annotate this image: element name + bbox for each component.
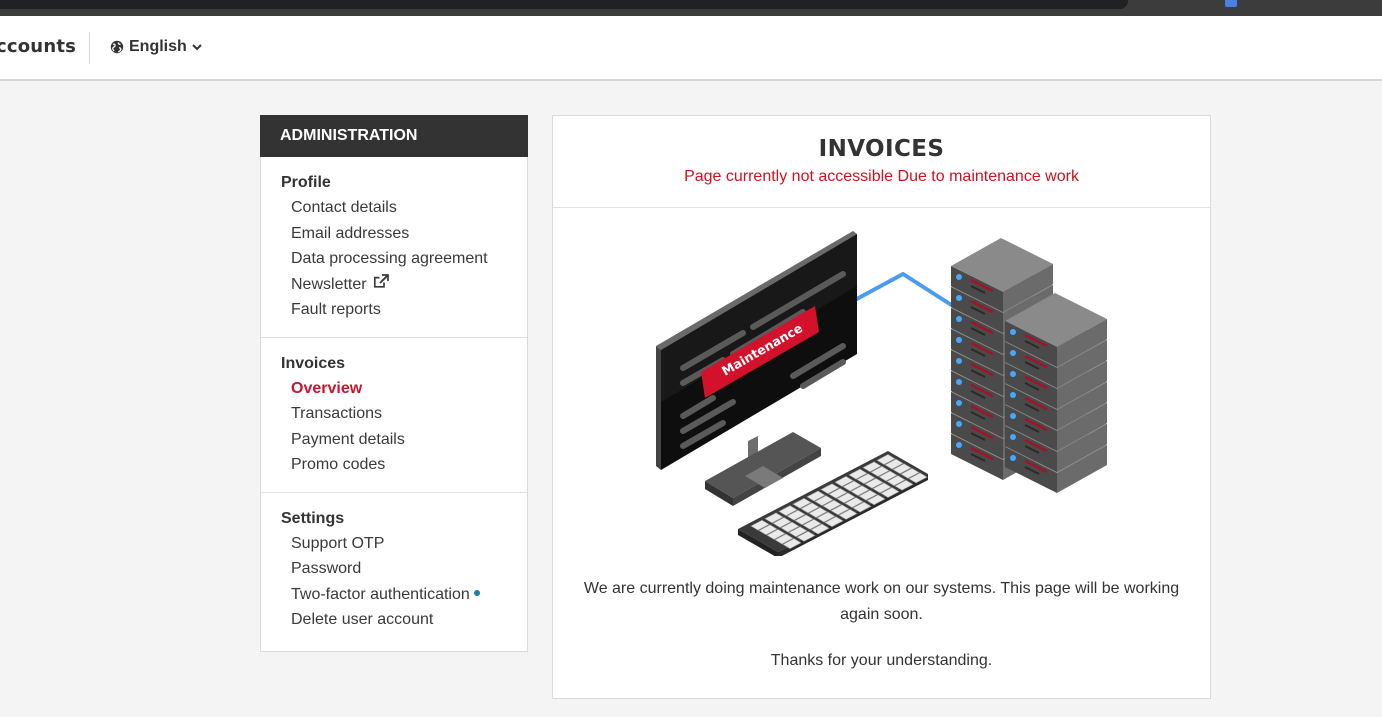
sidebar-item-label: Overview bbox=[291, 379, 363, 397]
sidebar-item-contact-details[interactable]: Contact details bbox=[281, 195, 507, 221]
globe-icon bbox=[110, 40, 124, 54]
browser-toolbar bbox=[0, 0, 1382, 16]
extension-icon[interactable] bbox=[1225, 0, 1237, 7]
sidebar-item-promo-codes[interactable]: Promo codes bbox=[281, 452, 507, 478]
chevron-down-icon bbox=[192, 43, 202, 51]
maintenance-notice: Page currently not accessible Due to mai… bbox=[684, 168, 1079, 185]
language-label: English bbox=[129, 38, 187, 55]
invoices-panel: INVOICES Page currently not accessible D… bbox=[552, 115, 1211, 699]
nav-section-invoices: Invoices Overview Transactions Payment d… bbox=[261, 338, 527, 493]
sidebar-item-support-otp[interactable]: Support OTP bbox=[281, 531, 507, 557]
sidebar-item-label: Newsletter bbox=[291, 275, 367, 293]
sidebar-item-label: Two-factor authentication bbox=[291, 585, 470, 603]
thanks-message: Thanks for your understanding. bbox=[770, 652, 993, 669]
nav-section-title: Settings bbox=[281, 509, 345, 527]
sidebar-item-label: Support OTP bbox=[291, 534, 385, 552]
sidebar-item-label: Transactions bbox=[291, 405, 382, 422]
sidebar-item-label: Password bbox=[291, 560, 362, 577]
external-link-icon bbox=[373, 272, 389, 298]
language-selector[interactable]: English bbox=[110, 38, 202, 56]
sidebar-item-label: Fault reports bbox=[291, 301, 381, 318]
sidebar-item-payment-details[interactable]: Payment details bbox=[281, 427, 507, 453]
nav-section-title: Invoices bbox=[281, 354, 346, 372]
sidebar-item-email-addresses[interactable]: Email addresses bbox=[281, 221, 507, 247]
header-divider bbox=[89, 32, 90, 64]
sidebar-item-label: Data processing agreement bbox=[291, 250, 488, 267]
sidebar-item-two-factor-authentication[interactable]: Two-factor authentication bbox=[281, 582, 507, 608]
sidebar-item-transactions[interactable]: Transactions bbox=[281, 401, 507, 427]
status-dot bbox=[473, 590, 480, 597]
maintenance-illustration: Maintenance bbox=[656, 231, 1107, 556]
sidebar-item-delete-user-account[interactable]: Delete user account bbox=[281, 607, 507, 633]
sidebar-item-fault-reports[interactable]: Fault reports bbox=[281, 297, 507, 323]
admin-sidebar: ADMINISTRATION Profile Contact details E… bbox=[260, 115, 528, 652]
sidebar-item-password[interactable]: Password bbox=[281, 556, 507, 582]
sidebar-item-overview[interactable]: Overview bbox=[281, 376, 507, 402]
panel-header: INVOICES Page currently not accessible D… bbox=[553, 116, 1210, 208]
nav-section-profile: Profile Contact details Email addresses … bbox=[261, 157, 527, 338]
sidebar-item-newsletter[interactable]: Newsletter bbox=[281, 272, 507, 298]
site-header: ccounts English bbox=[0, 16, 1382, 81]
sidebar-item-label: Payment details bbox=[291, 430, 405, 448]
maintenance-message: We are currently doing maintenance work … bbox=[583, 580, 1180, 623]
browser-address-bar[interactable] bbox=[0, 0, 1128, 9]
sidebar-item-label: Delete user account bbox=[291, 611, 434, 628]
nav-section-settings: Settings Support OTP Password Two-factor… bbox=[261, 493, 527, 647]
page-title: INVOICES bbox=[818, 136, 945, 162]
sidebar-item-label: Email addresses bbox=[291, 224, 410, 242]
sidebar-title: ADMINISTRATION bbox=[260, 115, 528, 157]
sidebar-item-label: Promo codes bbox=[291, 456, 386, 473]
brand-logo-text[interactable]: ccounts bbox=[0, 36, 76, 57]
nav-section-title: Profile bbox=[281, 174, 331, 191]
sidebar-item-label: Contact details bbox=[291, 199, 397, 216]
sidebar-item-data-processing-agreement[interactable]: Data processing agreement bbox=[281, 246, 507, 272]
